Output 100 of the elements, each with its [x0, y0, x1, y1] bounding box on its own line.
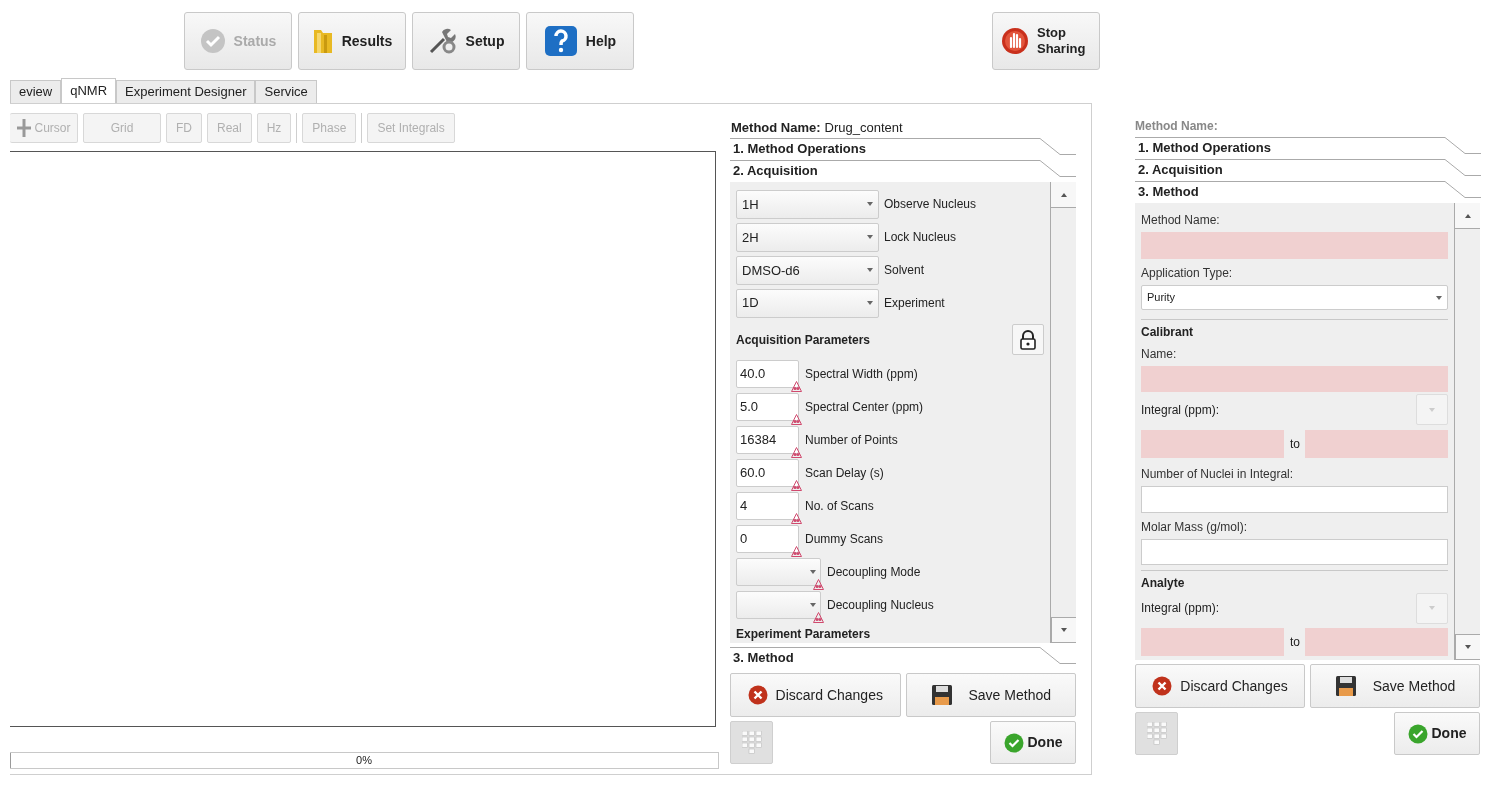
group-heading: Experiment Parameters — [736, 626, 872, 643]
keypad-icon — [1146, 722, 1167, 745]
caret-down-icon — [1465, 645, 1471, 649]
range-separator: to — [1290, 634, 1299, 652]
field-label: Experiment — [884, 295, 945, 313]
group-heading: Acquisition Parameters — [736, 331, 871, 349]
check-icon — [1003, 732, 1024, 753]
section-header[interactable]: 2. Acquisition — [730, 161, 818, 181]
hand-stop-icon — [1001, 27, 1029, 55]
field-label: Application Type: — [1141, 264, 1234, 282]
dropdown[interactable]: 1D — [736, 288, 879, 318]
field-label: Spectral Center (ppm) — [805, 399, 924, 416]
scroll-down-button[interactable] — [1455, 634, 1480, 660]
section-header[interactable]: 1. Method Operations — [1135, 138, 1271, 158]
setup-button[interactable]: Setup — [412, 12, 520, 70]
field-label: Integral (ppm): — [1141, 401, 1220, 419]
section-header[interactable]: 3. Method — [730, 648, 794, 668]
dropdown[interactable]: DMSO-d6 — [736, 255, 879, 285]
input-field[interactable]: 40.0 — [736, 360, 799, 389]
scroll-up-button[interactable] — [1455, 203, 1480, 229]
input-field[interactable] — [1141, 365, 1448, 393]
field-label: Spectral Width (ppm) — [805, 366, 918, 384]
discard-changes-button[interactable]: Discard Changes — [730, 673, 901, 717]
field-label: Solvent — [884, 262, 925, 280]
field-label: No. of Scans — [805, 497, 874, 515]
input-field[interactable] — [1141, 486, 1448, 513]
lock-button[interactable] — [1012, 324, 1044, 356]
tab[interactable]: Service — [255, 80, 317, 103]
parameter-icon — [791, 414, 802, 425]
lock-icon — [1019, 329, 1037, 350]
field-label: Number of Nuclei in Integral: — [1141, 466, 1295, 484]
section-header[interactable]: 1. Method Operations — [730, 139, 866, 159]
dropdown[interactable]: Purity — [1141, 285, 1448, 311]
parameter-icon — [791, 446, 802, 458]
keypad-button[interactable] — [1135, 712, 1178, 755]
caret-down-icon — [867, 202, 873, 207]
field-label: Decoupling Mode — [827, 563, 921, 581]
dropdown-button[interactable] — [1416, 394, 1448, 426]
section-header[interactable]: 2. Acquisition — [1135, 160, 1223, 180]
group-heading: Analyte — [1141, 575, 1186, 593]
field-label: Dummy Scans — [805, 530, 884, 548]
scroll-up-button[interactable] — [1051, 182, 1076, 208]
section-header[interactable]: 3. Method — [1135, 182, 1199, 202]
keypad-icon — [741, 731, 762, 754]
parameter-icon — [791, 512, 802, 524]
caret-up-icon — [1060, 192, 1067, 197]
dropdown-button[interactable] — [1416, 592, 1448, 624]
group-heading: Calibrant — [1141, 324, 1194, 342]
done-button[interactable]: Done — [990, 721, 1076, 764]
save-method-button[interactable]: Save Method — [905, 673, 1076, 717]
results-button[interactable]: Results — [298, 12, 406, 70]
range-separator: to — [1290, 435, 1299, 453]
field-label: Method Name: — [1135, 118, 1219, 135]
field-label: Method Name: — [1141, 212, 1221, 230]
save-method-button[interactable]: Save Method — [1310, 664, 1480, 708]
tab[interactable]: eview — [10, 80, 62, 103]
field-label: Observe Nucleus — [884, 196, 977, 214]
help-icon — [543, 25, 578, 57]
parameter-icon — [791, 381, 802, 393]
caret-down-icon — [867, 301, 873, 306]
check-icon — [1407, 723, 1428, 744]
parameter-icon — [813, 611, 824, 623]
field-label: Decoupling Nucleus — [827, 596, 934, 614]
caret-down-icon — [1061, 628, 1067, 632]
parameter-icon — [813, 578, 824, 590]
input-field[interactable] — [1141, 628, 1284, 657]
dropdown[interactable]: 1H — [736, 189, 879, 219]
caret-down-icon — [1429, 606, 1435, 611]
caret-down-icon — [867, 268, 873, 273]
discard-changes-button[interactable]: Discard Changes — [1135, 664, 1305, 708]
done-button[interactable]: Done — [1394, 712, 1480, 755]
caret-down-icon — [1436, 295, 1442, 300]
dropdown[interactable]: 2H — [736, 222, 879, 252]
wrench-gear-icon — [427, 26, 458, 56]
help-button[interactable]: Help — [526, 12, 634, 70]
crosshair-icon — [16, 119, 31, 137]
input-field[interactable] — [1141, 232, 1448, 259]
caret-down-icon — [810, 569, 816, 574]
stop-sharing-button[interactable]: Stop Sharing — [992, 12, 1100, 70]
field-label: Lock Nucleus — [884, 229, 957, 247]
caret-down-icon — [810, 602, 816, 607]
keypad-button[interactable] — [730, 721, 773, 764]
field-label: Number of Points — [805, 431, 898, 449]
input-field[interactable] — [1141, 538, 1448, 566]
field-label: Integral (ppm): — [1141, 600, 1220, 618]
tab[interactable]: Experiment Designer — [116, 80, 256, 103]
input-field[interactable] — [1305, 429, 1448, 458]
caret-down-icon — [867, 235, 873, 240]
field-label: Molar Mass (g/mol): — [1141, 518, 1248, 536]
caret-down-icon — [1429, 407, 1435, 412]
input-field[interactable] — [1141, 429, 1284, 458]
input-field[interactable] — [1305, 628, 1448, 657]
tab[interactable]: qNMR — [61, 78, 117, 103]
scroll-down-button[interactable] — [1051, 617, 1076, 643]
parameter-icon — [791, 479, 802, 491]
caret-up-icon — [1464, 213, 1471, 218]
folder-icon — [311, 27, 334, 55]
close-icon — [1152, 676, 1173, 696]
field-label: Method Name: — [731, 119, 821, 138]
close-icon — [747, 685, 768, 705]
